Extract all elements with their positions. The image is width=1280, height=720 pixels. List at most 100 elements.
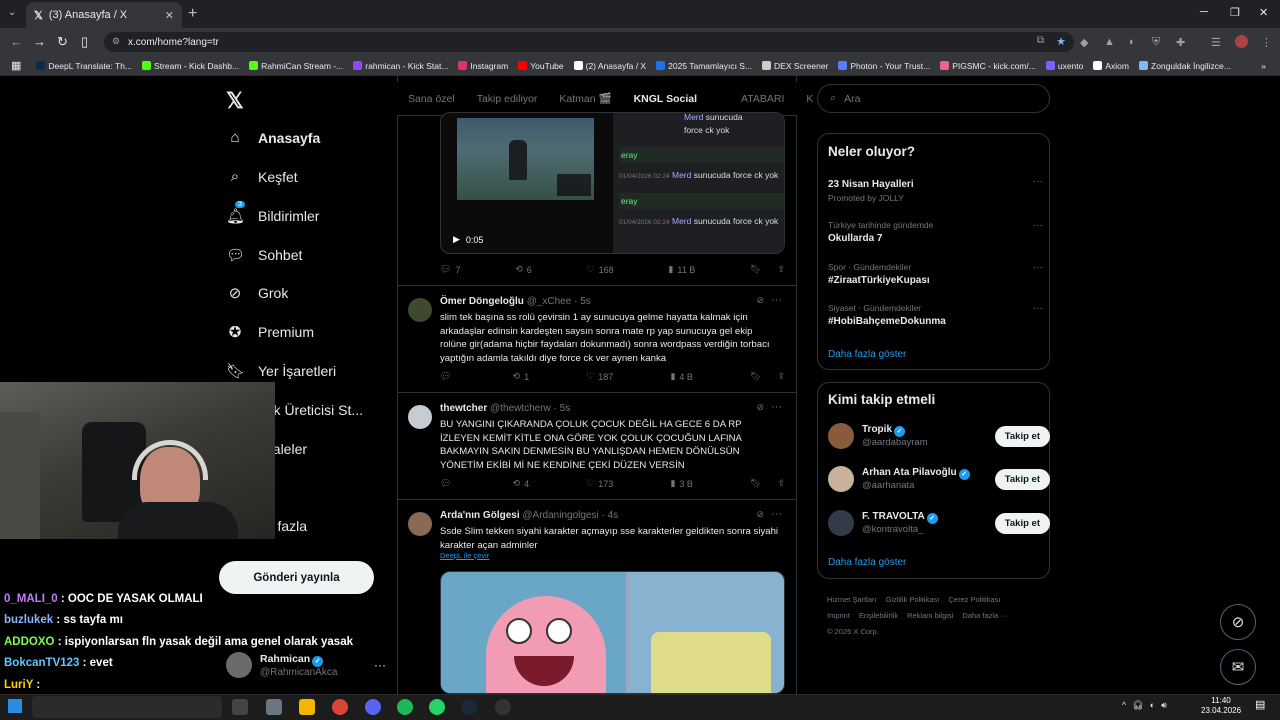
sidebar-item-2[interactable]: 🔔︎ 3 Bildirimler [226,201,319,225]
reading-list-icon[interactable]: ☰ [1211,36,1221,49]
tweet-more-icon[interactable]: ··· [771,508,782,520]
chevron-down-icon[interactable] [697,93,719,105]
account-more-icon[interactable]: ··· [374,658,386,672]
footer-link[interactable]: Gizlilik Politikası [886,595,940,604]
timeline-tab-4[interactable]: ATABARI [730,93,795,105]
sidebar-item-3[interactable]: 💬︎ Sohbet [226,246,302,264]
timeline-tab-1[interactable]: Takip ediliyor [466,93,549,105]
app-2-icon[interactable] [495,699,511,715]
maximize-icon[interactable]: ❐ [1230,6,1240,19]
suggestion-avatar[interactable] [828,510,854,536]
clock[interactable]: 11:40 23.04.2026 [1201,696,1241,716]
bookmark-icon[interactable]: 🔖︎ [750,478,761,489]
reload-icon[interactable]: ↻ [57,34,68,50]
tweet-time[interactable]: 5s [560,403,571,414]
task-view-icon[interactable] [232,699,248,715]
tweet-author-name[interactable]: Ömer Döngeloğlu [440,296,524,307]
side-panel-icon[interactable]: ▯ [81,34,88,50]
grok-icon[interactable]: ⊘ [756,295,764,306]
footer-link[interactable]: Reklam bilgisi [907,611,953,620]
taskbar-search[interactable] [32,696,222,718]
share-icon[interactable]: ⇪ [777,371,785,382]
account-switcher[interactable]: Rahmican ✓ @RahmicanAkca ··· [226,648,386,682]
trend-more-icon[interactable]: ··· [1033,220,1043,231]
trend-item[interactable]: Siyaset · Gündemdekiler #HobiBahçemeDokun… [828,303,1043,327]
suggestion-avatar[interactable] [828,466,854,492]
follow-button[interactable]: Takip et [994,425,1050,447]
bookmark-3[interactable]: rahmican - Kick Stat... [348,61,453,71]
start-icon[interactable] [8,699,22,713]
spotify-icon[interactable] [397,699,413,715]
follow-suggestion[interactable]: F. TRAVOLTA ✓ @kontravolta_ Takip et [828,508,1050,538]
bookmark-1[interactable]: Stream - Kick Dashb... [137,61,244,71]
bookmark-10[interactable]: PIGSMC - kick.com/... [935,61,1041,71]
footer-link[interactable]: Erişilebilirlik [859,611,898,620]
install-app-icon[interactable]: ⧉ [1037,35,1044,46]
views-button[interactable]: ▮ 4 B [670,371,692,382]
views-button[interactable]: ▮ 11 B [668,264,695,275]
bookmark-0[interactable]: DeepL Translate: Th... [31,61,137,71]
tab-search-icon[interactable]: ⌄ [8,7,16,18]
bookmark-8[interactable]: DEX Screener [757,61,833,71]
follow-suggestion[interactable]: Arhan Ata Pilavoğlu ✓ @aarhanata Takip et [828,464,1050,494]
suggestion-avatar[interactable] [828,423,854,449]
trend-item[interactable]: Spor · Gündemdekiler #ZiraatTürkiyeKupası… [828,262,1043,286]
play-icon[interactable]: ▶ [453,234,460,245]
browser-tab-x[interactable]: 𝕏 (3) Anasayfa / X ✕ [26,2,182,28]
post-button[interactable]: Gönderi yayınla [219,561,374,594]
sidebar-item-5[interactable]: ✪ Premium [226,323,314,341]
tweet-time[interactable]: 4s [608,510,619,521]
back-icon[interactable]: ← [10,34,23,49]
bookmark-13[interactable]: Zonguldak İngilizce... [1134,61,1236,71]
tweet-time[interactable]: 5s [580,296,591,307]
puzzle-icon[interactable]: ✚ [1176,36,1185,49]
reply-button[interactable]: 💬︎ [440,478,455,489]
bookmark-7[interactable]: 2025 Tamamlayıcı S... [651,61,757,71]
trend-item[interactable]: Türkiye tarihinde gündemde Okullarda 7 ··· [828,220,1043,244]
trends-show-more[interactable]: Daha fazla göster [828,349,906,360]
search-input[interactable]: ⌕ Ara [817,84,1050,113]
tweet-author-name[interactable]: Arda'nın Gölgesi [440,510,520,521]
translate-link[interactable]: DeepL ile çevir [440,551,489,560]
extension-2-icon[interactable]: ▲ [1104,36,1115,48]
grok-icon[interactable]: ⊘ [756,402,764,413]
sidebar-item-0[interactable]: ⌂ Anasayfa [226,129,320,146]
timeline-tab-0[interactable]: Sana özel [397,93,466,105]
bookmark-9[interactable]: Photon - Your Trust... [833,61,935,71]
video-player[interactable]: Merd sunucuda force ck yok eray 01/04/20… [440,112,785,254]
profile-avatar[interactable] [1235,35,1248,48]
trend-item[interactable]: 23 Nisan Hayalleri Promoted by JOLLY ··· [828,176,1043,203]
tweet-more-icon[interactable]: ··· [771,294,782,306]
close-window-icon[interactable]: ✕ [1259,6,1268,19]
bookmark-icon[interactable]: 🔖︎ [750,264,761,275]
bookmark-icon[interactable]: 🔖︎ [750,371,761,382]
bookmark-11[interactable]: uxento [1041,61,1089,71]
sidebar-item-4[interactable]: ⊘ Grok [226,284,289,302]
tweet-author-handle[interactable]: @Ardaningolgesi [522,510,598,521]
trend-more-icon[interactable]: ··· [1033,262,1043,273]
site-info-icon[interactable]: ⚙ [112,36,120,47]
repost-button[interactable]: ⟲ 4 [513,478,530,489]
footer-link[interactable]: Imprint [827,611,850,620]
footer-link[interactable]: Daha fazla ··· [962,611,1007,620]
tweet-avatar[interactable] [408,298,432,322]
messages-fab[interactable]: ✉ [1220,649,1256,685]
bookmark-12[interactable]: Axiom [1088,61,1134,71]
like-button[interactable]: ♡ 168 [587,264,614,275]
grok-icon[interactable]: ⊘ [756,509,764,520]
timeline-tab-3[interactable]: KNGL Social [623,93,730,105]
sidebar-item-6[interactable]: 🔖︎ Yer İşaretleri [226,362,336,380]
sidebar-item-1[interactable]: ⌕ Keşfet [226,168,298,185]
address-bar[interactable]: ⚙ x.com/home?lang=tr ★ ⧉ [104,32,1074,52]
explorer-icon[interactable] [299,699,315,715]
follow-button[interactable]: Takip et [994,512,1050,534]
shield-icon[interactable]: ⛨ [1152,36,1160,49]
bookmark-5[interactable]: YouTube [513,61,568,71]
tweet-author-handle[interactable]: @_xChee [527,296,572,307]
extension-3-icon[interactable]: ◗ [1128,36,1135,48]
close-tab-icon[interactable]: ✕ [165,9,174,22]
steam-icon[interactable] [461,699,477,715]
tweet-avatar[interactable] [408,512,432,536]
x-logo-icon[interactable]: 𝕏 [226,88,244,114]
chrome-icon[interactable] [332,699,348,715]
